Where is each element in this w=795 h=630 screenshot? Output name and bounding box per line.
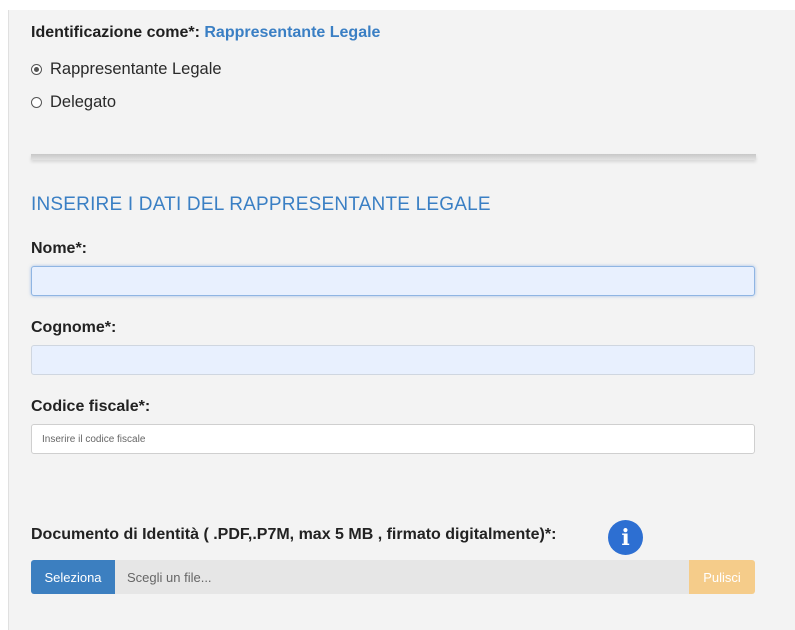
section-title: INSERIRE I DATI DEL RAPPRESENTANTE LEGAL… (31, 194, 491, 215)
file-name-display[interactable]: Scegli un file... (115, 560, 689, 594)
form-panel: Identificazione come*: Rappresentante Le… (8, 10, 795, 630)
radio-button-checked[interactable] (31, 64, 42, 75)
radio-label: Delegato (50, 93, 117, 111)
identification-label: Identificazione come*: (31, 24, 200, 41)
info-icon[interactable]: i (608, 520, 643, 555)
cognome-field[interactable] (31, 345, 755, 375)
cognome-label: Cognome*: (31, 319, 117, 336)
codice-fiscale-field[interactable] (31, 424, 755, 454)
radio-rappresentante-legale[interactable]: Rappresentante Legale (31, 60, 222, 79)
codice-fiscale-label: Codice fiscale*: (31, 398, 151, 415)
radio-label: Rappresentante Legale (50, 60, 222, 78)
document-label: Documento di Identità ( .PDF,.P7M, max 5… (31, 526, 557, 543)
nome-label: Nome*: (31, 240, 88, 257)
radio-delegato[interactable]: Delegato (31, 93, 116, 112)
select-file-button[interactable]: Seleziona (31, 560, 115, 594)
identification-value: Rappresentante Legale (204, 24, 381, 41)
nome-field[interactable] (31, 266, 755, 296)
radio-button[interactable] (31, 97, 42, 108)
clear-button[interactable]: Pulisci (689, 560, 755, 594)
file-upload: Seleziona Scegli un file... Pulisci (31, 560, 755, 594)
section-divider (31, 154, 756, 160)
identification-heading: Identificazione come*: Rappresentante Le… (31, 24, 380, 42)
